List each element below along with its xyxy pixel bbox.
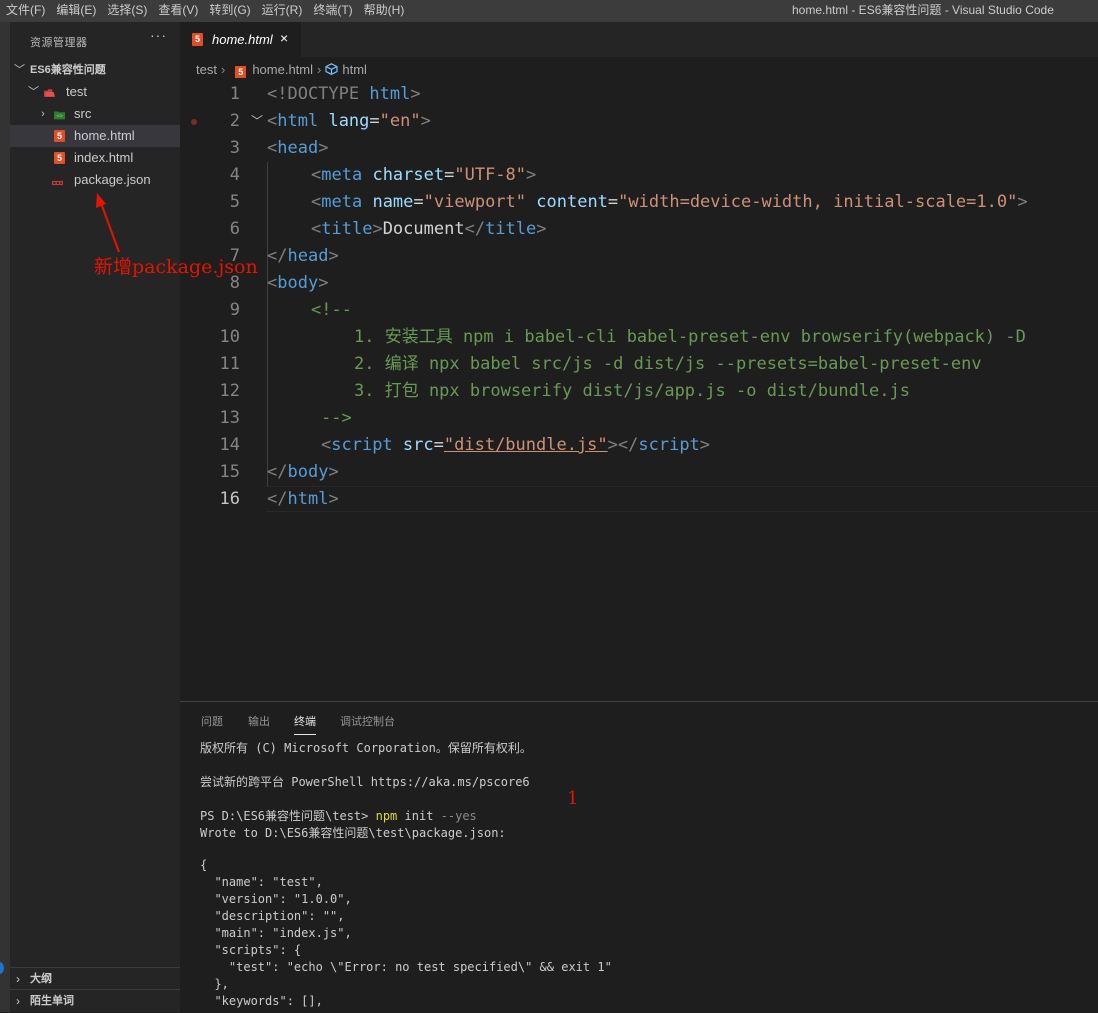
terminal-json-line: { [200, 858, 208, 872]
code-line: 16 </html> [180, 486, 1098, 513]
tab-output[interactable]: 输出 [248, 713, 270, 729]
code-text: <script src="dist/bundle.js"></script> [321, 435, 711, 455]
line-number: 16 [219, 489, 240, 509]
code-line: 5 <meta name="viewport" content="width=d… [180, 189, 1098, 216]
editor-tab-bar: 5 home.html × [180, 22, 1098, 57]
line-number: 8 [229, 273, 240, 293]
terminal-line: 版权所有 (C) Microsoft Corporation。保留所有权利。 [200, 741, 532, 755]
line-number: 10 [219, 327, 240, 347]
line-number: 6 [229, 219, 240, 239]
tab-problems[interactable]: 问题 [201, 713, 223, 729]
terminal-json-line: "scripts": { [200, 943, 302, 957]
terminal-json-line: "version": "1.0.0", [200, 892, 352, 906]
terminal-json-line: "description": "", [200, 909, 345, 923]
terminal-json-line: "name": "test", [200, 875, 323, 889]
line-number: 4 [229, 165, 240, 185]
terminal-json-line: "test": "echo \"Error: no test specified… [200, 960, 612, 974]
code-line: 13 --> [180, 405, 1098, 432]
terminal-json-line: "main": "index.js", [200, 926, 352, 940]
breadcrumb: test › 5 home.html › html [196, 60, 367, 80]
line-number: 7 [229, 246, 240, 266]
line-number: 1 [229, 84, 240, 104]
terminal-json-line: "keywords": [], [200, 994, 323, 1008]
line-number: 3 [229, 138, 240, 158]
code-text: <html lang="en"> [267, 111, 431, 131]
code-line: 4 <meta charset="UTF-8"> [180, 162, 1098, 189]
code-line: 12 3. 打包 npx browserify dist/js/app.js -… [180, 378, 1098, 405]
code-line: 15 </body> [180, 459, 1098, 486]
code-text: --> [321, 408, 352, 428]
line-number: 15 [219, 462, 240, 482]
code-line: 6 <title>Document</title> [180, 216, 1098, 243]
breadcrumb-item[interactable]: html [342, 62, 367, 77]
line-number: 12 [219, 381, 240, 401]
terminal-command-line[interactable]: PS D:\ES6兼容性问题\test> npm init --yes [200, 807, 477, 824]
code-line: 3 <head> [180, 135, 1098, 162]
code-text: <head> [267, 138, 329, 158]
code-line: 8 <body> [180, 270, 1098, 297]
code-line: 7 </head> [180, 243, 1098, 270]
code-text: </body> [267, 462, 339, 482]
symbol-cube-icon [325, 63, 338, 75]
tab-label: home.html [212, 32, 273, 47]
breadcrumb-item[interactable]: test [196, 62, 217, 77]
line-number: 11 [219, 354, 240, 374]
code-text: 1. 安装工具 npm i babel-cli babel-preset-env… [354, 327, 1026, 347]
code-line: 11 2. 编译 npx babel src/js -d dist/js --p… [180, 351, 1098, 378]
code-text: <body> [267, 273, 329, 293]
code-text: <meta name="viewport" content="width=dev… [311, 192, 1028, 212]
code-line: 10 1. 安装工具 npm i babel-cli babel-preset-… [180, 324, 1098, 351]
fold-chevron-icon[interactable]: ﹀ [251, 108, 263, 135]
terminal-json-line: }, [200, 977, 229, 991]
line-number: 13 [219, 408, 240, 428]
code-text: </head> [267, 246, 339, 266]
tab-debug-console[interactable]: 调试控制台 [340, 713, 395, 729]
chevron-right-icon: › [220, 62, 226, 77]
close-icon[interactable]: × [280, 30, 288, 46]
code-text: <meta charset="UTF-8"> [311, 165, 537, 185]
tab-terminal[interactable]: 终端 [294, 713, 316, 735]
bottom-panel: 问题 输出 终端 调试控制台 版权所有 (C) Microsoft Corpor… [180, 701, 1098, 1013]
annotation-step-marker: 1 [567, 788, 579, 809]
code-text: </html> [267, 489, 339, 509]
line-number: 14 [219, 435, 240, 455]
code-text: 3. 打包 npx browserify dist/js/app.js -o d… [354, 381, 910, 401]
terminal-line: Wrote to D:\ES6兼容性问题\test\package.json: [200, 826, 506, 840]
code-line: 2 ﹀ <html lang="en"> [180, 108, 1098, 135]
tab-home-html[interactable]: 5 home.html × [180, 22, 301, 57]
code-text: <!DOCTYPE html> [267, 84, 421, 104]
code-line: 14 <script src="dist/bundle.js"></script… [180, 432, 1098, 459]
line-number: 2 [229, 111, 240, 131]
code-text: <!-- [311, 300, 352, 320]
code-text: <title>Document</title> [311, 219, 547, 239]
line-number: 5 [229, 192, 240, 212]
html5-icon: 5 [192, 33, 203, 46]
code-line: 1 <!DOCTYPE html> [180, 81, 1098, 108]
code-line: 9 <!-- [180, 297, 1098, 324]
html5-icon: 5 [235, 66, 247, 78]
code-text: 2. 编译 npx babel src/js -d dist/js --pres… [354, 354, 982, 374]
chevron-right-icon: › [317, 62, 322, 77]
terminal-line: 尝试新的跨平台 PowerShell https://aka.ms/pscore… [200, 775, 530, 789]
breadcrumb-item[interactable]: home.html [252, 62, 313, 77]
line-number: 9 [229, 300, 240, 320]
